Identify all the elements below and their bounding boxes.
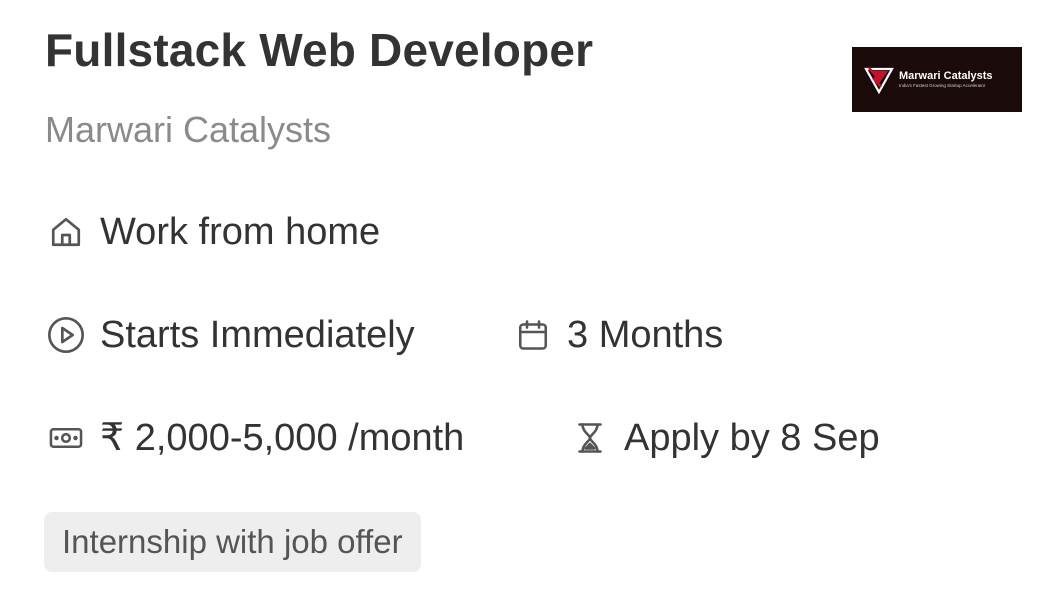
home-icon — [46, 212, 86, 252]
detail-start: Starts Immediately — [46, 313, 415, 357]
calendar-icon — [513, 315, 553, 355]
duration-text: 3 Months — [567, 314, 724, 356]
company-logo-name: Marwari Catalysts — [899, 70, 993, 82]
company-logo: Marwari Catalysts India's Fastest Growin… — [852, 47, 1022, 112]
start-text: Starts Immediately — [100, 314, 415, 356]
stipend-text: ₹ 2,000-5,000 /month — [100, 417, 465, 459]
detail-stipend: ₹ 2,000-5,000 /month — [46, 416, 464, 460]
detail-duration: 3 Months — [513, 313, 723, 357]
deadline-text: Apply by 8 Sep — [624, 417, 880, 459]
company-logo-mark-icon — [864, 66, 894, 94]
company-logo-tagline: India's Fastest Growing Startup Accelera… — [899, 83, 986, 88]
job-offer-tag-label: Internship with job offer — [62, 523, 403, 560]
play-circle-icon — [46, 315, 86, 355]
detail-deadline: Apply by 8 Sep — [570, 416, 880, 460]
hourglass-icon — [570, 418, 610, 458]
company-name[interactable]: Marwari Catalysts — [45, 108, 331, 152]
detail-location: Work from home — [46, 210, 380, 254]
job-card[interactable]: Fullstack Web Developer Marwari Catalyst… — [0, 0, 1059, 597]
money-icon — [46, 418, 86, 458]
location-text: Work from home — [100, 211, 381, 253]
job-offer-tag: Internship with job offer — [44, 512, 421, 572]
job-title[interactable]: Fullstack Web Developer — [45, 22, 593, 78]
